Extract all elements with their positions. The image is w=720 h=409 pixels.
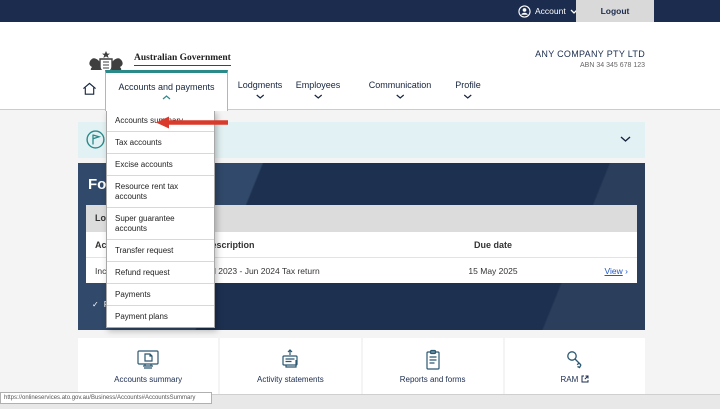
tile-activity-statements[interactable]: Activity statements [220,338,361,394]
notification-expand-chevron-icon[interactable] [620,136,631,142]
tile-label: Accounts summary [114,374,183,384]
nav-item-profile[interactable]: Profile [455,80,481,99]
nav-item-lodgments[interactable]: Lodgments [237,80,283,99]
tile-reports-and-forms[interactable]: Reports and forms [362,338,503,394]
page-header: Australian Government Australian Taxatio… [0,22,720,87]
top-bar: Account Logout [0,0,720,22]
nav-communication-label: Communication [368,80,432,90]
account-label: Account [535,6,566,16]
menu-item-refund-request[interactable]: Refund request [107,262,214,284]
red-pointer-arrow [156,116,228,129]
company-name: ANY COMPANY PTY LTD [535,49,645,59]
view-link[interactable]: View [605,266,623,276]
external-link-icon [581,375,589,383]
menu-item-resource-rent-tax-accounts[interactable]: Resource rent tax accounts [107,176,214,208]
flag-icon [86,130,105,149]
clipboard-icon [421,349,445,371]
tile-label: Reports and forms [399,374,466,384]
chevron-down-icon [369,94,432,99]
status-bar-url: https://onlineservices.ato.gov.au/Busine… [0,392,212,404]
tile-label: Activity statements [257,374,324,384]
main-nav: Accounts and payments Lodgments Employee… [0,70,720,111]
nav-item-communication[interactable]: Communication [368,80,432,99]
cell-description: Jul 2023 - Jun 2024 Tax return [205,265,320,276]
logout-button[interactable]: Logout [576,0,654,22]
tile-accounts-summary[interactable]: Accounts summary [78,338,219,394]
tile-ram[interactable]: RAM [504,338,645,394]
col-header-description: Description [205,239,255,250]
nav-item-employees[interactable]: Employees [295,80,341,99]
cell-due-date: 15 May 2025 [468,265,518,276]
nav-employees-label: Employees [295,80,341,90]
menu-item-payment-plans[interactable]: Payment plans [107,306,214,327]
chevron-down-icon [296,94,341,99]
col-header-due-date: Due date [473,239,512,250]
check-icon: ✓ [92,300,99,309]
menu-item-payments[interactable]: Payments [107,284,214,306]
menu-item-tax-accounts[interactable]: Tax accounts [107,132,214,154]
monitor-document-icon [136,349,160,371]
statement-icon [278,348,302,371]
chevron-up-icon [106,95,227,100]
chevron-down-icon [455,94,481,99]
menu-item-excise-accounts[interactable]: Excise accounts [107,154,214,176]
gov-title: Australian Government [134,52,231,63]
nav-item-accounts-and-payments[interactable]: Accounts and payments [105,70,228,111]
cell-action: View › [558,265,629,276]
nav-accounts-label: Accounts and payments [118,82,215,92]
menu-item-transfer-request[interactable]: Transfer request [107,240,214,262]
logout-label: Logout [600,6,630,16]
tile-label: RAM [560,375,589,384]
menu-item-super-guarantee-accounts[interactable]: Super guarantee accounts [107,208,214,240]
account-person-icon [518,4,531,18]
chevron-down-icon [238,94,283,99]
nav-lodgments-label: Lodgments [237,80,283,90]
quick-link-tiles: Accounts summary Activity statements Rep… [78,338,645,394]
home-icon[interactable] [82,82,97,96]
logo-divider [134,64,231,66]
account-menu[interactable]: Account [518,0,578,22]
nav-profile-label: Profile [455,80,481,90]
company-abn: ABN 34 345 678 123 [580,62,645,69]
key-icon [563,349,587,371]
ram-label-text: RAM [560,374,579,384]
view-caret-icon: › [625,265,628,276]
accounts-payments-dropdown: Accounts summary Tax accounts Excise acc… [106,110,215,328]
